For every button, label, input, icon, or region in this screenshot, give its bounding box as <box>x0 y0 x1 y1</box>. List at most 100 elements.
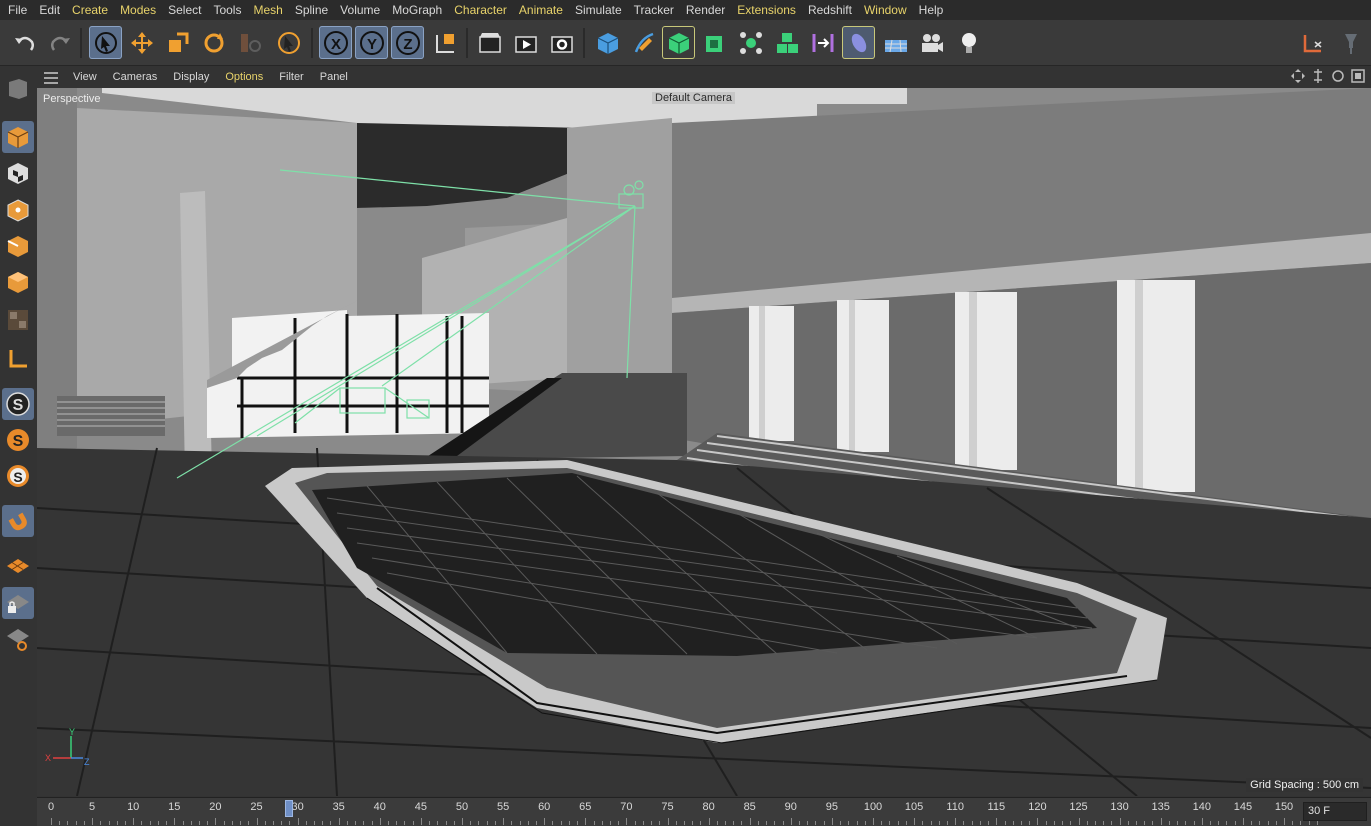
timeline-tick <box>1094 821 1096 825</box>
timeline-tick <box>996 818 998 825</box>
viewport-name-label[interactable]: Perspective <box>43 93 100 105</box>
x-axis-button[interactable]: X <box>319 26 352 59</box>
perspective-viewport[interactable]: Perspective Default Camera Y X Z Grid Sp… <box>37 88 1371 796</box>
lock-workplane-button[interactable] <box>2 587 34 619</box>
cloner-button[interactable] <box>734 26 767 59</box>
subdivision-button[interactable] <box>662 26 695 59</box>
timeline-tick <box>371 821 373 825</box>
rotate-button[interactable] <box>197 26 230 59</box>
menu-item-character[interactable]: Character <box>448 0 513 20</box>
menu-item-extensions[interactable]: Extensions <box>731 0 802 20</box>
snap-settings-button[interactable]: S <box>2 460 34 492</box>
menu-item-mesh[interactable]: Mesh <box>247 0 288 20</box>
polygon-mode-button[interactable] <box>2 266 34 298</box>
render-settings-button[interactable] <box>545 26 578 59</box>
menu-item-edit[interactable]: Edit <box>33 0 66 20</box>
timeline-tick <box>198 821 200 825</box>
timeline-tick <box>363 821 365 825</box>
recent-tools-button[interactable] <box>233 26 266 59</box>
menu-item-tools[interactable]: Tools <box>207 0 247 20</box>
menu-item-file[interactable]: File <box>2 0 33 20</box>
end-frame-field[interactable]: 30 F <box>1303 802 1367 821</box>
menu-item-tracker[interactable]: Tracker <box>628 0 680 20</box>
timeline-tick <box>946 821 948 825</box>
workplane-button[interactable] <box>1296 26 1329 59</box>
scale-button[interactable] <box>161 26 194 59</box>
live-selection-button[interactable] <box>89 26 122 59</box>
snap-orange-button[interactable]: S <box>2 424 34 456</box>
edge-mode-button[interactable] <box>2 230 34 262</box>
model-mode-button[interactable] <box>2 121 34 153</box>
viewport-menu-panel[interactable]: Panel <box>312 67 356 88</box>
viewport-menu-display[interactable]: Display <box>165 67 217 88</box>
menu-item-render[interactable]: Render <box>680 0 731 20</box>
uv-mode-button[interactable] <box>2 304 34 336</box>
coordinate-system-button[interactable] <box>428 26 461 59</box>
deformer-button[interactable] <box>842 26 875 59</box>
move-button[interactable] <box>125 26 158 59</box>
extrude-button[interactable] <box>698 26 731 59</box>
maximize-view-icon[interactable] <box>1351 69 1365 83</box>
timeline-tick-label: 95 <box>825 801 839 813</box>
texture-mode-button[interactable] <box>2 157 34 189</box>
undo-button[interactable] <box>8 26 41 59</box>
layout-button[interactable] <box>2 73 34 105</box>
timeline-tick <box>297 818 299 825</box>
timeline-tick-label: 115 <box>987 801 1006 813</box>
camera-label[interactable]: Default Camera <box>652 92 736 104</box>
timeline-tick <box>1234 821 1236 825</box>
menu-item-mograph[interactable]: MoGraph <box>386 0 448 20</box>
menu-item-create[interactable]: Create <box>66 0 114 20</box>
light-button[interactable] <box>952 26 985 59</box>
grid-refresh-button[interactable] <box>2 623 34 655</box>
zoom-view-icon[interactable] <box>1311 69 1325 83</box>
cube-button[interactable] <box>591 26 624 59</box>
svg-text:S: S <box>13 469 22 485</box>
workplane-grid-button[interactable] <box>2 551 34 583</box>
timeline-tick <box>1053 821 1055 825</box>
menu-item-animate[interactable]: Animate <box>513 0 569 20</box>
viewport-menu-filter[interactable]: Filter <box>271 67 311 88</box>
viewport-menu-options[interactable]: Options <box>217 67 271 88</box>
lock-grid-icon <box>7 595 29 613</box>
snap-button[interactable]: S <box>2 388 34 420</box>
timeline-playhead[interactable] <box>285 800 294 817</box>
camera-button[interactable] <box>915 26 948 59</box>
y-axis-button[interactable]: Y <box>355 26 388 59</box>
axis-mode-button[interactable] <box>2 343 34 375</box>
menu-item-simulate[interactable]: Simulate <box>569 0 628 20</box>
floor-button[interactable] <box>879 26 912 59</box>
timeline-ruler[interactable]: 0 5 10 15 20 25 30 35 40 45 50 55 60 65 70 75 80 85 90 95 10… <box>37 798 1318 826</box>
timeline-tick <box>1177 821 1179 825</box>
timeline-tick <box>864 821 866 825</box>
timeline-tick-label: 65 <box>579 801 592 813</box>
point-mode-button[interactable] <box>2 194 34 226</box>
z-axis-button[interactable]: Z <box>391 26 424 59</box>
select-button[interactable] <box>272 26 305 59</box>
menu-item-redshift[interactable]: Redshift <box>802 0 858 20</box>
viewport-menu-cameras[interactable]: Cameras <box>105 67 166 88</box>
render-view-button[interactable] <box>473 26 506 59</box>
menu-item-modes[interactable]: Modes <box>114 0 162 20</box>
pin-button[interactable] <box>1333 26 1366 59</box>
move-view-icon[interactable] <box>1291 69 1305 83</box>
redo-button[interactable] <box>43 26 76 59</box>
timeline-tick <box>1119 818 1121 825</box>
timeline-tick <box>264 821 266 825</box>
menu-item-window[interactable]: Window <box>858 0 913 20</box>
menu-item-help[interactable]: Help <box>913 0 950 20</box>
magnet-button[interactable] <box>2 505 34 537</box>
hamburger-menu-icon[interactable] <box>37 71 65 84</box>
viewport-menu-view[interactable]: View <box>65 67 105 88</box>
render-picture-viewer-button[interactable] <box>509 26 542 59</box>
timeline-tick-label: 75 <box>661 801 674 813</box>
rotate-view-icon[interactable] <box>1331 69 1345 83</box>
timeline-tick <box>675 821 677 825</box>
menu-item-select[interactable]: Select <box>162 0 207 20</box>
symmetry-button[interactable] <box>806 26 839 59</box>
menu-item-spline[interactable]: Spline <box>289 0 334 20</box>
timeline-tick-label: 25 <box>250 801 263 813</box>
menu-item-volume[interactable]: Volume <box>334 0 386 20</box>
pen-button[interactable] <box>627 26 660 59</box>
mograph-fracture-button[interactable] <box>770 26 803 59</box>
